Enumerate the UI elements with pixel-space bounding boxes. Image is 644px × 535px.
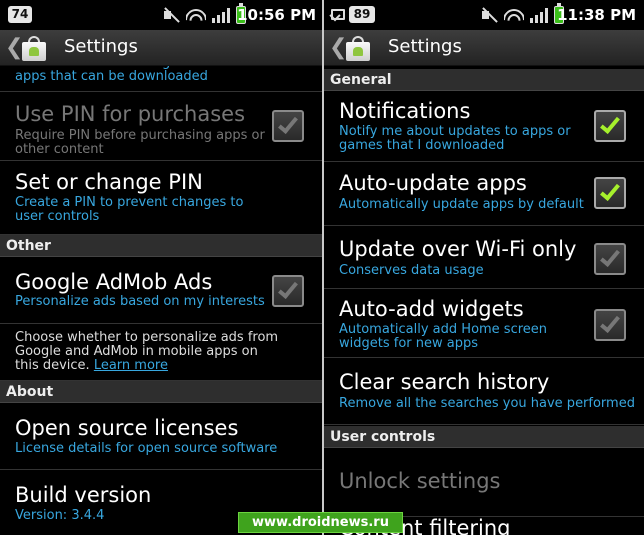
play-store-icon[interactable]: [20, 35, 48, 61]
row-title: Unlock settings: [339, 469, 501, 493]
section-header-label: User controls: [330, 429, 436, 445]
section-header-about: About: [0, 381, 322, 403]
row-title: Update over Wi-Fi only: [339, 237, 577, 261]
use-pin-row[interactable]: Use PIN for purchases Require PIN before…: [0, 93, 322, 161]
clear-history-row[interactable]: Clear search history Remove all the sear…: [324, 359, 644, 425]
notifications-checkbox[interactable]: [594, 110, 626, 142]
mute-icon: [162, 6, 180, 24]
row-subtitle: License details for open source software: [15, 441, 278, 456]
row-title: Open source licenses: [15, 416, 239, 440]
unlock-settings-row[interactable]: Unlock settings: [324, 449, 644, 517]
row-subtitle: Version: 3.4.4: [15, 508, 105, 523]
section-header-label: General: [330, 72, 392, 88]
wifi-only-checkbox[interactable]: [594, 243, 626, 275]
admob-row[interactable]: Google AdMob Ads Personalize ads based o…: [0, 258, 322, 324]
row-title: Set or change PIN: [15, 170, 203, 194]
wifi-icon: [186, 7, 206, 23]
status-icons: [162, 3, 246, 25]
status-bar: 74 10:56 PM: [0, 0, 322, 30]
signal-icon: [212, 7, 230, 23]
section-header-label: Other: [6, 238, 51, 254]
row-title: Google AdMob Ads: [15, 270, 213, 294]
row-subtitle: Create a PIN to prevent changes to user …: [15, 195, 244, 224]
auto-update-row[interactable]: Auto-update apps Automatically update ap…: [324, 163, 644, 226]
page-title: Settings: [64, 36, 138, 57]
row-subtitle: Require PIN before purchasing apps or ot…: [15, 128, 265, 157]
status-bar: 89 11:38 PM: [324, 0, 644, 30]
row-subtitle: Automatically add Home screen widgets fo…: [339, 322, 548, 351]
row-subtitle: Conserves data usage: [339, 263, 484, 278]
action-bar: ❮ Settings: [0, 30, 322, 66]
page-title: Settings: [388, 36, 462, 57]
row-subtitle: Personalize ads based on my interests: [15, 294, 265, 309]
clock: 10:56 PM: [237, 6, 316, 24]
signal-icon: [530, 7, 548, 23]
action-bar: ❮ Settings: [324, 30, 644, 66]
left-screen: 74 10:56 PM ❮ Settings Set the content f…: [0, 0, 322, 535]
row-title: Auto-update apps: [339, 171, 527, 195]
mute-icon: [480, 6, 498, 24]
row-title: Notifications: [339, 99, 471, 123]
mail-icon: [331, 9, 345, 20]
notification-badge: 74: [8, 6, 32, 23]
licenses-row[interactable]: Open source licenses License details for…: [0, 404, 322, 470]
section-header-user-controls: User controls: [324, 426, 644, 448]
status-icons: [480, 3, 564, 25]
content-filtering-row-cut[interactable]: Set the content filtering level to restr…: [0, 66, 322, 92]
row-subtitle: Notify me about updates to apps or games…: [339, 124, 571, 153]
set-pin-row[interactable]: Set or change PIN Create a PIN to preven…: [0, 162, 322, 235]
row-subtitle: Set the content filtering level to restr…: [15, 66, 273, 84]
row-title: Clear search history: [339, 370, 550, 394]
settings-list: Set the content filtering level to restr…: [0, 66, 322, 535]
admob-checkbox[interactable]: [272, 275, 304, 307]
row-title: Use PIN for purchases: [15, 102, 246, 126]
row-subtitle: Automatically update apps by default: [339, 197, 584, 212]
auto-update-checkbox[interactable]: [594, 177, 626, 209]
row-title: Build version: [15, 483, 152, 507]
row-title: Auto-add widgets: [339, 297, 524, 321]
play-store-icon[interactable]: [344, 35, 372, 61]
wifi-only-row[interactable]: Update over Wi-Fi only Conserves data us…: [324, 227, 644, 289]
section-header-general: General: [324, 69, 644, 91]
settings-list: General Notifications Notify me about up…: [324, 66, 644, 535]
watermark-banner: www.droidnews.ru: [238, 512, 403, 533]
learn-more-link[interactable]: Learn more: [94, 358, 168, 373]
right-screen: 89 11:38 PM ❮ Settings General Notificat…: [322, 0, 644, 535]
use-pin-checkbox[interactable]: [272, 110, 304, 142]
admob-note: Choose whether to personalize ads from G…: [0, 325, 322, 381]
section-header-label: About: [6, 384, 54, 400]
auto-add-widgets-checkbox[interactable]: [594, 309, 626, 341]
notification-badge: 89: [349, 6, 375, 23]
row-subtitle: Remove all the searches you have perform…: [339, 396, 635, 411]
clock: 11:38 PM: [557, 6, 636, 24]
wifi-icon: [504, 7, 524, 23]
auto-add-widgets-row[interactable]: Auto-add widgets Automatically add Home …: [324, 290, 644, 358]
notifications-row[interactable]: Notifications Notify me about updates to…: [324, 92, 644, 162]
section-header-other: Other: [0, 235, 322, 257]
